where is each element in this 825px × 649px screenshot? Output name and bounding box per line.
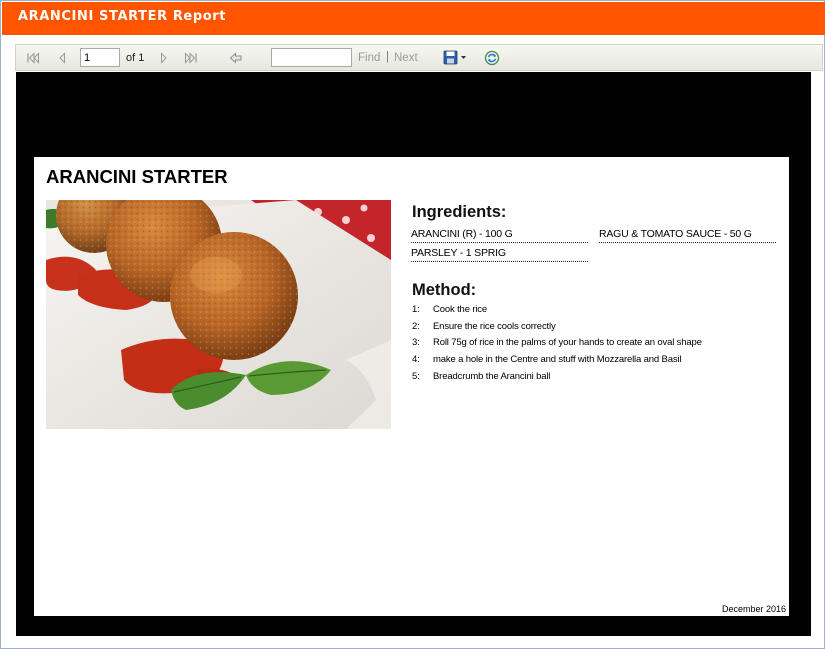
find-link[interactable]: Find <box>358 52 380 64</box>
find-input[interactable] <box>271 48 352 67</box>
next-page-icon[interactable] <box>156 49 172 67</box>
report-viewport[interactable]: ARANCINI STARTER Ingredients: ARANCINI (… <box>16 72 811 636</box>
report-title: ARANCINI STARTER <box>46 166 228 187</box>
back-arrow-icon[interactable] <box>227 49 245 67</box>
ingredient-item: RAGU & TOMATO SAUCE - 50 G <box>599 228 776 243</box>
method-heading: Method: <box>412 281 477 299</box>
find-next-link[interactable]: Next <box>394 52 418 64</box>
method-step-text: Roll 75g of rice in the palms of your ha… <box>433 337 702 348</box>
method-step-text: Ensure the rice cools correctly <box>433 321 556 332</box>
method-step-number: 3: <box>412 337 420 348</box>
method-step-text: Breadcrumb the Arancini ball <box>433 371 551 382</box>
method-step-number: 2: <box>412 321 420 332</box>
previous-page-icon[interactable] <box>54 49 70 67</box>
ingredient-item: ARANCINI (R) - 100 G <box>411 228 588 243</box>
refresh-icon[interactable] <box>482 49 502 67</box>
method-step-number: 1: <box>412 304 420 315</box>
page-number-input[interactable] <box>80 48 120 67</box>
report-viewer-window: ARANCINI STARTER Report of 1 Find | Next <box>0 0 825 649</box>
page-count-label: of 1 <box>126 52 145 64</box>
method-step-text: make a hole in the Centre and stuff with… <box>433 354 682 365</box>
arancini-photo <box>46 200 391 429</box>
window-title: ARANCINI STARTER Report <box>2 2 825 35</box>
ingredient-item: PARSLEY - 1 SPRIG <box>411 247 588 262</box>
report-page: ARANCINI STARTER Ingredients: ARANCINI (… <box>34 157 789 616</box>
export-save-icon[interactable] <box>442 49 472 67</box>
last-page-icon[interactable] <box>182 49 200 67</box>
report-toolbar: of 1 Find | Next <box>15 44 823 71</box>
method-step-number: 5: <box>412 371 420 382</box>
find-next-separator: | <box>386 51 389 63</box>
ingredients-heading: Ingredients: <box>412 203 507 221</box>
report-footer-date: December 2016 <box>721 604 786 614</box>
method-step-number: 4: <box>412 354 420 365</box>
first-page-icon[interactable] <box>24 49 42 67</box>
method-step-text: Cook the rice <box>433 304 488 315</box>
